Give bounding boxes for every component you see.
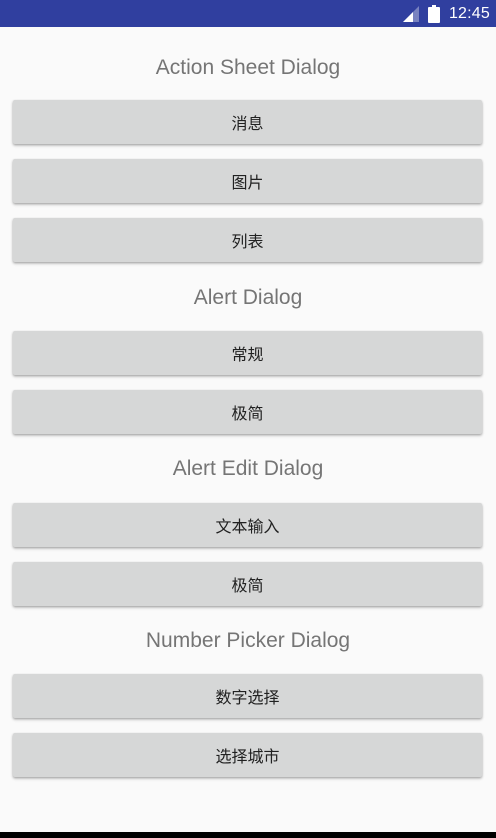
number-select-button[interactable]: 数字选择 bbox=[13, 674, 482, 718]
navigation-bar bbox=[0, 832, 496, 838]
message-button[interactable]: 消息 bbox=[13, 100, 482, 144]
list-button[interactable]: 列表 bbox=[13, 218, 482, 262]
status-icons: 12:45 bbox=[402, 0, 490, 27]
section-title-action-sheet: Action Sheet Dialog bbox=[155, 56, 341, 79]
status-bar: 12:45 bbox=[0, 0, 496, 27]
section-title-alert-edit: Alert Edit Dialog bbox=[172, 457, 324, 480]
section-title-number-picker: Number Picker Dialog bbox=[145, 629, 351, 652]
edit-minimal-button[interactable]: 极简 bbox=[13, 562, 482, 606]
dialog-demo-list[interactable]: Action Sheet Dialog 消息 图片 列表 Alert Dialo… bbox=[0, 27, 496, 832]
cell-signal-icon bbox=[402, 5, 419, 22]
text-input-button[interactable]: 文本输入 bbox=[13, 503, 482, 547]
alert-minimal-button[interactable]: 极简 bbox=[13, 390, 482, 434]
alert-normal-button[interactable]: 常规 bbox=[13, 331, 482, 375]
battery-icon bbox=[427, 4, 440, 23]
city-select-button[interactable]: 选择城市 bbox=[13, 733, 482, 777]
section-title-alert: Alert Dialog bbox=[193, 286, 303, 309]
image-button[interactable]: 图片 bbox=[13, 159, 482, 203]
status-clock: 12:45 bbox=[448, 4, 490, 22]
